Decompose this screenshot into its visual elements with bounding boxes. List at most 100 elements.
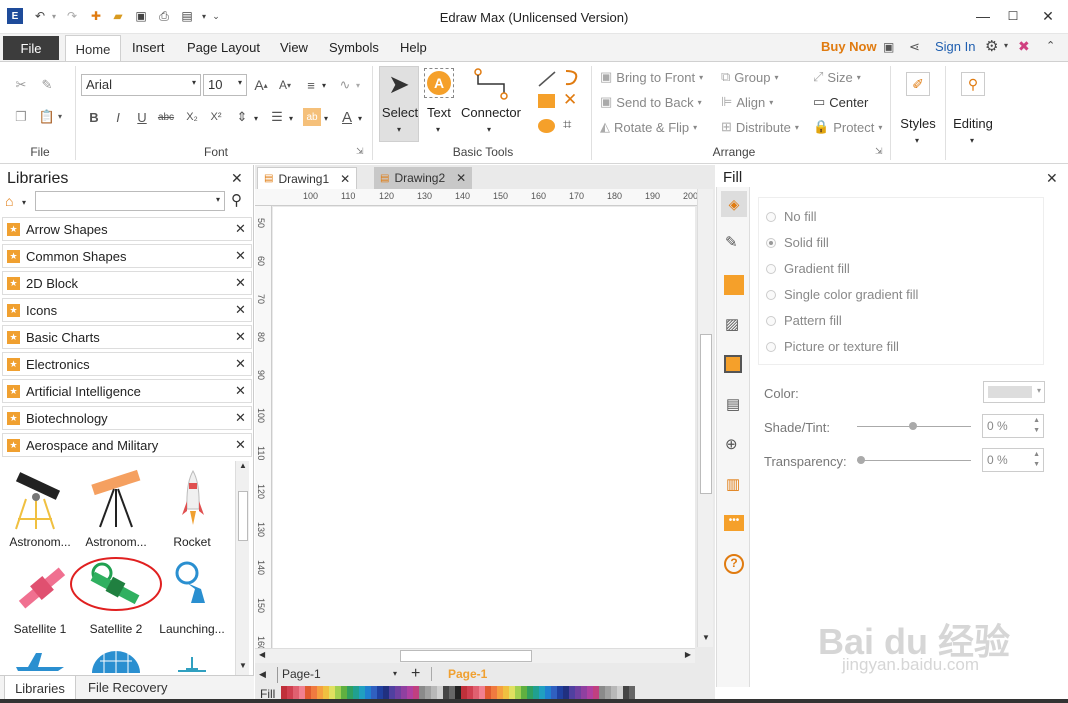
close-library-icon[interactable]: ✕ [235,437,251,453]
text-tool-icon[interactable]: A [424,68,454,98]
font-color-icon[interactable]: A [338,108,356,126]
astronomical-telescope-1-shape[interactable] [10,469,64,531]
library-item[interactable]: ★ Common Shapes ✕ [2,244,252,268]
help-tab[interactable]: Help [400,40,427,55]
fill-option-radio[interactable]: Gradient fill [766,261,850,276]
tab-drawing2[interactable]: ▤ Drawing2 ✕ [374,167,473,189]
cut-icon[interactable]: ✂ [12,76,30,94]
close-library-icon[interactable]: ✕ [235,302,251,318]
view-tab[interactable]: View [280,40,308,55]
satellite-2-shape[interactable] [70,555,164,613]
collapse-ribbon-icon[interactable]: ⌃ [1046,39,1055,52]
radio-button-icon[interactable] [766,211,776,222]
page-tab[interactable]: Page-1 [448,667,487,681]
size-button[interactable]: ⤢ Size ▾ [813,69,861,85]
buy-now-link[interactable]: Buy Now [821,39,877,54]
sign-in-link[interactable]: Sign In [935,39,975,54]
ellipse-tool-icon[interactable] [538,119,555,133]
color-picker[interactable]: ▾ [983,381,1045,403]
connector-tool-icon[interactable] [474,68,510,100]
bring-to-front-button[interactable]: ▣ Bring to Front ▾ [600,69,703,85]
home-library-icon[interactable]: ⌂ [5,193,13,209]
shrink-font-icon[interactable]: A ▾ [276,76,294,94]
connector-dropdown-icon[interactable]: ▾ [487,125,491,134]
line-spacing-curve-icon[interactable]: ∿ [336,76,354,94]
help-icon[interactable]: ? [724,554,744,574]
satellite-1-shape[interactable] [14,561,70,615]
styles-button[interactable]: ✐ Styles ▾ [895,66,941,146]
text-align-icon[interactable]: ≡ [302,76,320,94]
astronomical-telescope-2-shape[interactable] [88,467,144,531]
library-item[interactable]: ★ Icons ✕ [2,298,252,322]
image-panel-icon[interactable]: ▨ [725,315,739,333]
highlight-dropdown-icon[interactable]: ▾ [324,114,328,123]
shade-tint-slider[interactable] [857,422,971,430]
superscript-icon[interactable]: X² [207,108,225,126]
font-size-select[interactable]: 10 ▾ [203,74,247,96]
screen-icon[interactable]: ▣ [883,40,894,54]
drawing-canvas[interactable] [273,207,695,648]
text-align-dropdown-icon[interactable]: ▾ [322,81,326,90]
paste-dropdown-icon[interactable]: ▾ [58,112,62,121]
comment-icon[interactable]: ••• [724,515,744,531]
radar-dome-shape[interactable] [90,649,142,673]
line-spacing-dropdown-icon[interactable]: ▾ [254,114,258,123]
file-menu-tab[interactable]: File [3,36,59,60]
document-icon[interactable]: ▥ [726,475,740,493]
grow-font-icon[interactable]: A ▴ [252,76,270,94]
bullets-icon[interactable]: ☰ [268,108,286,126]
transparency-slider[interactable] [857,456,971,464]
crop-tool-icon[interactable]: ⌗ [563,116,571,133]
text-tool-dropdown-icon[interactable]: ▾ [436,125,440,134]
color-swatches[interactable] [281,686,635,699]
arc-tool-icon[interactable] [562,68,580,88]
transparency-input[interactable]: 0 % ▲ ▼ [982,448,1044,472]
font-dialog-launcher-icon[interactable]: ⇲ [356,146,364,157]
subscript-icon[interactable]: X₂ [183,108,201,126]
page-layout-tab[interactable]: Page Layout [187,40,260,55]
canvas-vertical-scrollbar[interactable]: ▼ [697,189,713,647]
library-item[interactable]: ★ Basic Charts ✕ [2,325,252,349]
library-search-input[interactable]: ▾ [35,191,225,211]
globe-icon[interactable]: ⊕ [725,435,738,453]
underline-icon[interactable]: U [133,108,151,126]
text-tool-label[interactable]: Text [427,105,451,120]
maximize-icon[interactable]: ☐ [1002,6,1024,26]
symbols-tab[interactable]: Symbols [329,40,379,55]
close-library-icon[interactable]: ✕ [235,383,251,399]
line-tool-icon[interactable] [537,70,557,88]
fill-option-radio[interactable]: Solid fill [766,235,829,250]
page-format-icon[interactable]: ▤ [726,395,740,413]
rocket-shape[interactable] [180,469,206,531]
shade-tint-input[interactable]: 0 % ▲ ▼ [982,414,1044,438]
close-library-icon[interactable]: ✕ [235,221,251,237]
format-painter-icon[interactable]: ✎ [38,76,56,94]
editing-button[interactable]: ⚲ Editing ▾ [950,66,996,146]
paste-icon[interactable]: 📋 [38,108,56,126]
page-select[interactable]: Page-1 ▾ [277,667,399,683]
library-scrollbar[interactable]: ▲ ▼ [235,461,249,675]
center-button[interactable]: ▭ Center [813,94,868,110]
arrange-dialog-launcher-icon[interactable]: ⇲ [875,146,883,157]
launching-shape[interactable] [173,559,213,605]
library-item[interactable]: ★ Biotechnology ✕ [2,406,252,430]
radio-button-icon[interactable] [766,263,776,274]
home-library-dropdown-icon[interactable]: ▾ [22,198,26,207]
scissors-cross-icon[interactable]: ✕ [563,90,577,110]
line-panel-icon[interactable]: ✎ [725,233,738,251]
strikethrough-icon[interactable]: abc [157,108,175,126]
distribute-button[interactable]: ⊞ Distribute ▾ [721,119,799,135]
bullets-dropdown-icon[interactable]: ▾ [289,114,293,123]
shadow-panel-icon[interactable] [724,275,744,295]
send-to-back-button[interactable]: ▣ Send to Back ▾ [600,94,702,110]
protect-button[interactable]: 🔒 Protect ▾ [813,119,882,135]
line-spacing-icon[interactable]: ⇕ [233,108,251,126]
close-fill-panel-icon[interactable]: ✕ [1046,170,1058,187]
fill-option-radio[interactable]: Pattern fill [766,313,842,328]
canvas-horizontal-scrollbar[interactable]: ◀ ▶ [255,648,695,663]
close-library-icon[interactable]: ✕ [235,275,251,291]
close-library-icon[interactable]: ✕ [235,410,251,426]
rectangle-tool-icon[interactable] [538,94,555,108]
airplane-shape[interactable] [14,649,66,673]
file-recovery-tab[interactable]: File Recovery [88,680,167,695]
